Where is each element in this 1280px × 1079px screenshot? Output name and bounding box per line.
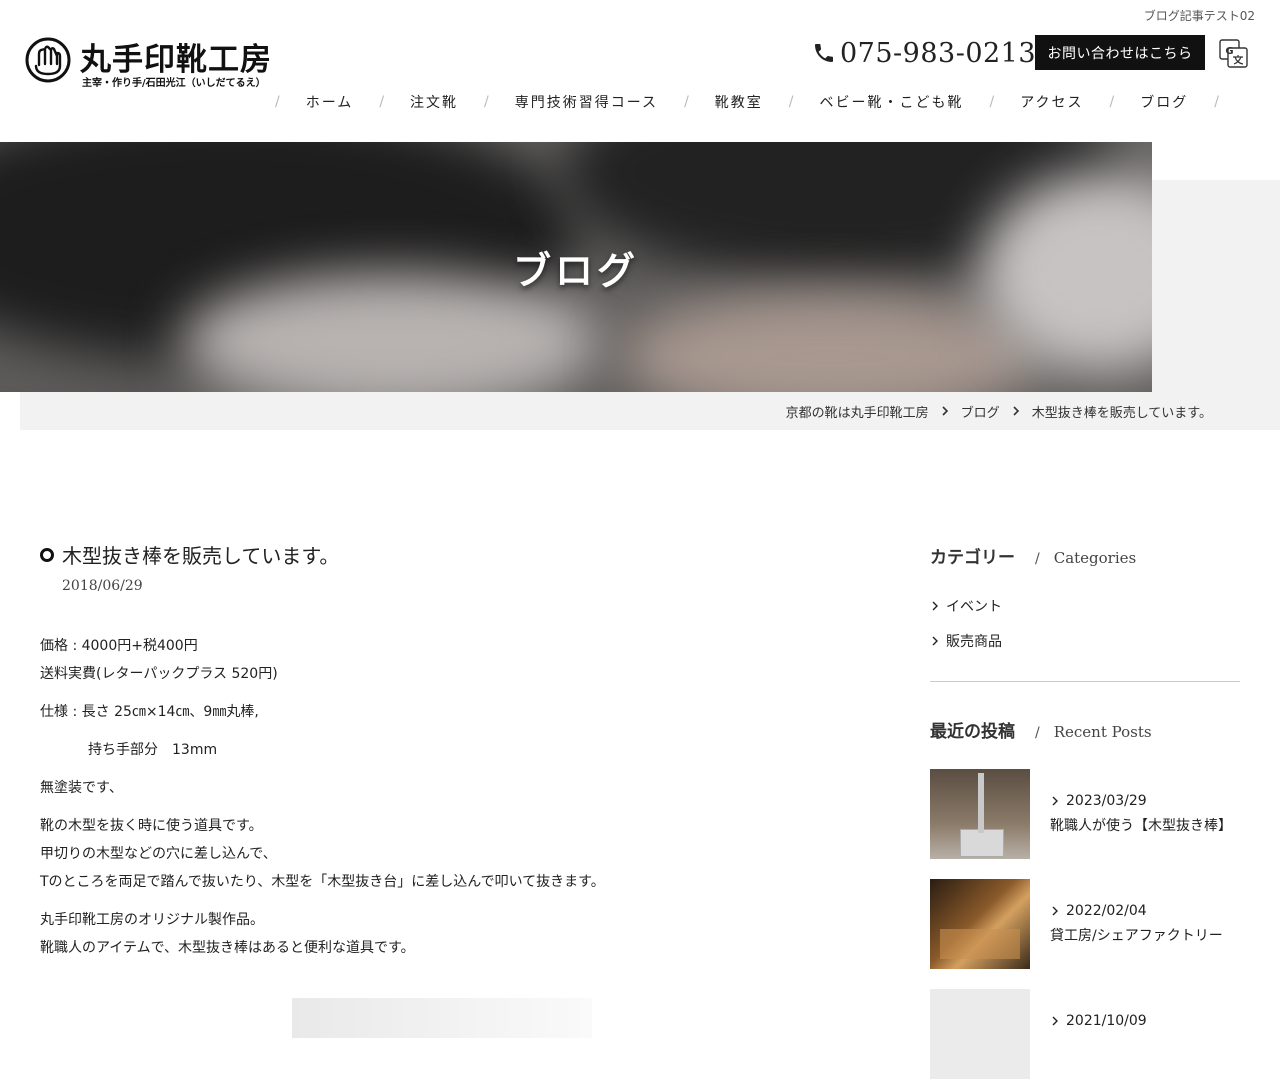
category-list: イベント 販売商品 [930, 588, 1002, 658]
post-paragraph: 丸手印靴工房のオリジナル製作品。 靴職人のアイテムで、木型抜き棒はあると便利な道… [40, 912, 415, 956]
translate-icon[interactable]: G [1219, 39, 1248, 68]
hero-title: ブログ [512, 248, 639, 293]
chevron-right-icon [1052, 906, 1058, 916]
recent-post-title[interactable]: 貸工房/シェアファクトリー [1050, 925, 1238, 945]
nav-item-home[interactable]: / ホーム [275, 92, 379, 112]
nav-item-custom-shoes[interactable]: / 注文靴 [379, 92, 484, 112]
hero-banner: ブログ [0, 142, 1152, 392]
chevron-right-icon [1052, 796, 1058, 806]
category-item-event[interactable]: イベント [930, 588, 1002, 623]
chevron-right-icon [932, 601, 938, 610]
recent-posts-heading: 最近の投稿 / Recent Posts [930, 722, 1152, 742]
contact-button[interactable]: お問い合わせはこちら [1035, 35, 1205, 70]
chevron-right-icon [942, 406, 948, 416]
nav-item-baby-shoes[interactable]: / ベビー靴・こども靴 [789, 92, 990, 112]
post-paragraph: 持ち手部分 13mm [88, 742, 218, 758]
breadcrumb-blog[interactable]: ブログ [961, 402, 1000, 421]
phone-text: 075-983-0213 [840, 37, 1037, 69]
nav-item-access[interactable]: / アクセス [990, 92, 1110, 112]
nav-item-class[interactable]: / 靴教室 [684, 92, 789, 112]
post-title-text: 木型抜き棒を販売しています。 [62, 544, 340, 568]
categories-heading: カテゴリー / Categories [930, 548, 1137, 568]
post-image [292, 998, 592, 1038]
post-paragraph: 仕様 : 長さ 25㎝×14㎝、9㎜丸棒, [40, 704, 259, 720]
side-gray-band [1152, 180, 1280, 392]
breadcrumb-current: 木型抜き棒を販売しています。 [1031, 405, 1212, 421]
chevron-right-icon [932, 636, 938, 645]
logo-text: 丸手印靴工房 [80, 42, 272, 78]
post-title: 木型抜き棒を販売しています。 [40, 540, 339, 569]
recent-post-item[interactable]: 2023/03/29 靴職人が使う【木型抜き棒】 [930, 769, 1240, 859]
hand-mark-icon [25, 37, 71, 83]
post-date: 2018/06/29 [62, 578, 143, 594]
recent-post-date: 2022/02/04 [1050, 903, 1147, 919]
post-paragraph: 無塗装です、 [40, 780, 123, 796]
sidebar-divider [930, 681, 1240, 682]
global-nav: / ホーム / 注文靴 / 専門技術習得コース / 靴教室 / ベビー靴・こども靴 / アク… [275, 90, 1245, 114]
chevron-right-icon [1013, 406, 1019, 416]
recent-post-thumbnail[interactable] [930, 769, 1030, 859]
site-logo[interactable]: 丸手印靴工房 主宰・作り手/石田光江（いしだてるえ） [24, 34, 271, 92]
breadcrumb-home[interactable]: 京都の靴は丸手印靴工房 [786, 402, 929, 421]
phone-number[interactable]: 075-983-0213 [812, 36, 1036, 70]
recent-post-item[interactable]: 2021/10/09 [930, 989, 1240, 1079]
recent-post-date: 2023/03/29 [1050, 793, 1147, 809]
logo-subtitle: 主宰・作り手/石田光江（いしだてるえ） [82, 78, 266, 89]
svg-text:G: G [1225, 46, 1233, 57]
recent-post-title[interactable]: 靴職人が使う【木型抜き棒】 [1050, 815, 1238, 835]
post-body: 価格 : 4000円+税400円 送料実費(レターパックプラス 520円) 仕様… [40, 632, 880, 972]
recent-post-thumbnail[interactable] [930, 879, 1030, 969]
recent-post-date: 2021/10/09 [1050, 1013, 1147, 1029]
breadcrumb: 京都の靴は丸手印靴工房 ブログ 木型抜き棒を販売しています。 [786, 392, 1212, 430]
post-paragraph: 靴の木型を抜く時に使う道具です。 甲切りの木型などの穴に差し込んで、 Tのところ… [40, 818, 605, 890]
phone-icon [815, 44, 833, 62]
recent-post-item[interactable]: 2022/02/04 貸工房/シェアファクトリー [930, 879, 1240, 969]
bullet-circle-icon [40, 547, 54, 562]
recent-post-thumbnail[interactable] [930, 989, 1030, 1079]
category-item-products[interactable]: 販売商品 [930, 623, 1002, 658]
top-note: ブログ記事テスト02 [1143, 9, 1255, 23]
breadcrumb-bar: 京都の靴は丸手印靴工房 ブログ 木型抜き棒を販売しています。 [20, 392, 1280, 430]
post-paragraph: 価格 : 4000円+税400円 送料実費(レターパックプラス 520円) [40, 638, 278, 682]
nav-item-course[interactable]: / 専門技術習得コース [484, 92, 684, 112]
nav-item-blog[interactable]: / ブログ / [1110, 92, 1245, 112]
chevron-right-icon [1052, 1016, 1058, 1026]
